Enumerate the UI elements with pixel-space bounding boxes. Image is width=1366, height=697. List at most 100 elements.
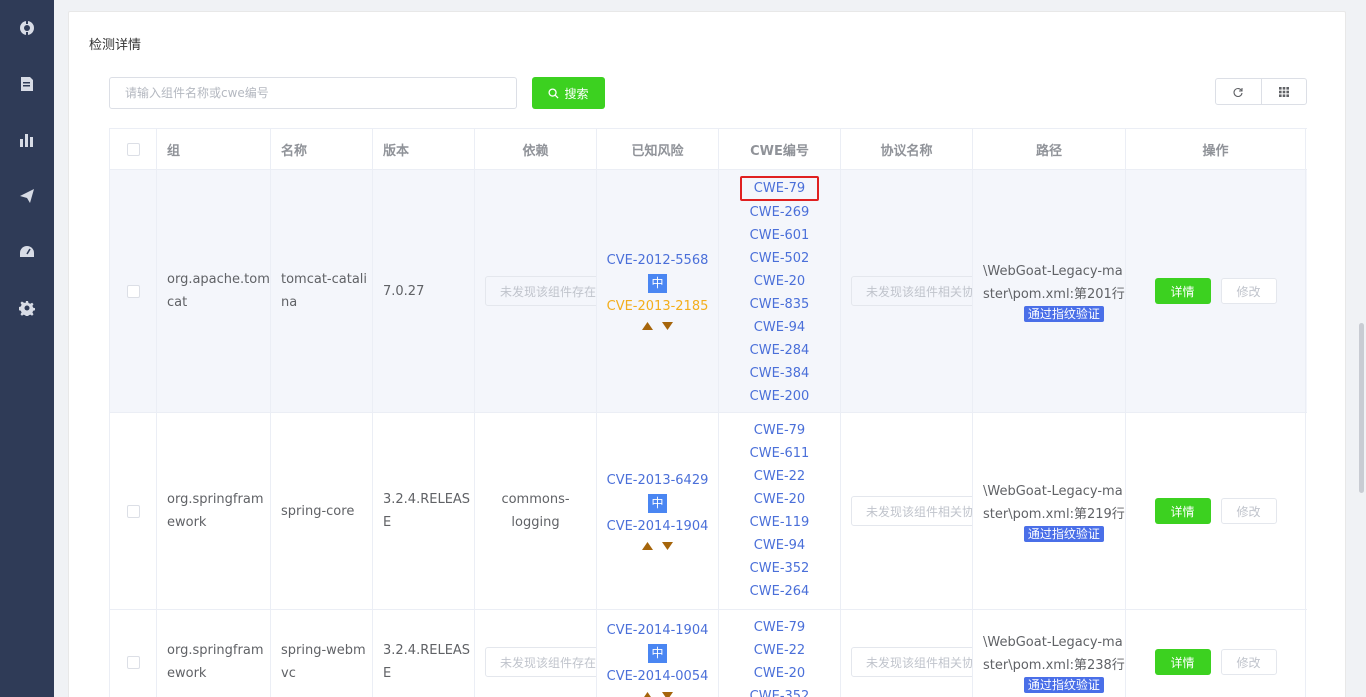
section-title: 检测详情 <box>89 38 142 53</box>
triangle-down-icon[interactable] <box>661 692 673 697</box>
cwe-link[interactable]: CWE-79 <box>741 419 818 442</box>
risk-cell: CVE-2014-1904 中 CVE-2014-0054 <box>597 610 719 697</box>
operation-cell: 详情 修改 <box>1126 610 1306 697</box>
detail-button[interactable]: 详情 <box>1154 498 1211 524</box>
cwe-link[interactable]: CWE-611 <box>737 442 823 465</box>
column-toggle-button[interactable] <box>1260 79 1307 104</box>
group-cell: org.springframework <box>157 610 271 697</box>
cwe-link[interactable]: CWE-835 <box>737 293 823 316</box>
edit-button[interactable]: 修改 <box>1220 649 1277 675</box>
column-header[interactable]: 组 <box>157 129 271 169</box>
dependency-cell: 未发现该组件存在 <box>475 170 597 412</box>
document-icon[interactable] <box>17 74 37 94</box>
triangle-up-icon[interactable] <box>642 692 653 697</box>
row-checkbox[interactable] <box>126 504 140 518</box>
page-scrollbar[interactable] <box>1359 323 1364 493</box>
settings-icon[interactable] <box>17 298 37 318</box>
select-all-checkbox[interactable] <box>126 142 140 156</box>
table-row[interactable]: org.springframework spring-core 3.2.4.RE… <box>109 413 1307 610</box>
protocol-cell: 未发现该组件相关协 <box>841 170 973 412</box>
name-cell: tomcat-catalina <box>271 170 373 412</box>
dependency-input[interactable]: 未发现该组件存在 <box>485 647 596 677</box>
path-text: ster\pom.xml:第201行 <box>983 287 1125 302</box>
name-cell: spring-core <box>271 413 373 609</box>
component-name: tomcat-catalina <box>281 272 368 310</box>
group-name: org.springframework <box>167 492 264 530</box>
detail-button[interactable]: 详情 <box>1154 278 1211 304</box>
triangle-up-icon[interactable] <box>641 542 653 550</box>
cwe-link[interactable]: CWE-94 <box>741 316 818 339</box>
risk-cell: CVE-2012-5568 中 CVE-2013-2185 <box>597 170 719 412</box>
protocol-input[interactable]: 未发现该组件相关协 <box>851 496 972 526</box>
column-header[interactable]: 路径 <box>973 129 1126 169</box>
cwe-link[interactable]: CWE-94 <box>741 534 818 557</box>
component-version: 3.2.4.RELEASE <box>383 492 471 530</box>
cwe-link[interactable]: CWE-22 <box>741 465 818 488</box>
protocol-input[interactable]: 未发现该组件相关协 <box>851 276 972 306</box>
refresh-button[interactable] <box>1216 79 1261 104</box>
cwe-link[interactable]: CWE-502 <box>737 247 823 270</box>
triangle-up-icon[interactable] <box>641 322 653 330</box>
bar-chart-icon[interactable] <box>17 130 37 150</box>
dependency-input[interactable]: 未发现该组件存在 <box>485 276 596 306</box>
cwe-link[interactable]: CWE-284 <box>737 339 823 362</box>
detection-details-card: 检测详情 搜索 组 名称 版本 依赖 已知风险 CWE编号 协议名称 路径 操作 <box>68 11 1346 697</box>
version-cell: 3.2.4.RELEASE <box>373 413 475 609</box>
column-header[interactable]: 协议名称 <box>841 129 973 169</box>
gauge-icon[interactable] <box>17 242 37 262</box>
cve-link[interactable]: CVE-2014-0054 <box>607 665 709 688</box>
row-checkbox[interactable] <box>126 284 140 298</box>
cwe-link[interactable]: CWE-20 <box>741 270 818 293</box>
cwe-link[interactable]: CWE-601 <box>737 224 823 247</box>
component-name: spring-core <box>281 503 355 519</box>
cwe-link[interactable]: CWE-20 <box>741 662 818 685</box>
path-text: ster\pom.xml:第219行 <box>983 507 1125 522</box>
table-row[interactable]: org.springframework spring-webmvc 3.2.4.… <box>109 610 1307 697</box>
column-header[interactable]: 版本 <box>373 129 475 169</box>
dependency-cell: 未发现该组件存在 <box>475 610 597 697</box>
version-cell: 7.0.27 <box>373 170 475 412</box>
cve-link[interactable]: CVE-2013-2185 <box>607 295 709 318</box>
cwe-link[interactable]: CWE-352 <box>737 557 823 580</box>
cve-link[interactable]: CVE-2014-1904 <box>607 619 709 642</box>
cwe-link-selected[interactable]: CWE-79 <box>739 176 820 201</box>
send-icon[interactable] <box>17 186 37 206</box>
row-checkbox[interactable] <box>126 655 140 669</box>
column-header[interactable]: 名称 <box>271 129 373 169</box>
cve-link[interactable]: CVE-2012-5568 <box>607 249 709 272</box>
search-icon <box>548 87 560 99</box>
dashboard-icon[interactable] <box>17 18 37 38</box>
protocol-input[interactable]: 未发现该组件相关协 <box>851 647 972 677</box>
risk-cell: CVE-2013-6429 中 CVE-2014-1904 <box>597 413 719 609</box>
column-header[interactable]: CWE编号 <box>719 129 841 169</box>
cwe-link[interactable]: CWE-352 <box>737 685 823 697</box>
path-cell: \WebGoat-Legacy-ma ster\pom.xml:第201行 通过… <box>973 170 1126 412</box>
cwe-link[interactable]: CWE-119 <box>737 511 823 534</box>
cwe-cell: CWE-79 CWE-22 CWE-20 CWE-352 <box>719 610 841 697</box>
cwe-link[interactable]: CWE-22 <box>741 639 818 662</box>
triangle-down-icon[interactable] <box>661 322 673 330</box>
edit-button[interactable]: 修改 <box>1220 498 1277 524</box>
component-name: spring-webmvc <box>281 643 366 681</box>
cwe-link[interactable]: CWE-79 <box>741 616 818 639</box>
cwe-link[interactable]: CWE-264 <box>737 580 823 603</box>
cwe-link[interactable]: CWE-200 <box>737 385 823 408</box>
path-text: \WebGoat-Legacy-ma <box>983 484 1123 499</box>
dependency-name: commons-logging <box>501 492 570 530</box>
path-text: ster\pom.xml:第238行 <box>983 658 1125 673</box>
cwe-link[interactable]: CWE-20 <box>741 488 818 511</box>
search-button[interactable]: 搜索 <box>532 77 605 109</box>
cve-link[interactable]: CVE-2014-1904 <box>607 515 709 538</box>
cwe-link[interactable]: CWE-269 <box>737 201 823 224</box>
search-button-label: 搜索 <box>564 86 589 101</box>
table-row[interactable]: org.apache.tomcat tomcat-catalina 7.0.27… <box>109 170 1307 413</box>
detail-button[interactable]: 详情 <box>1154 649 1211 675</box>
fingerprint-badge: 通过指纹验证 <box>1023 526 1104 542</box>
column-header[interactable]: 依赖 <box>475 129 597 169</box>
search-input[interactable] <box>109 77 517 109</box>
triangle-down-icon[interactable] <box>661 542 673 550</box>
cwe-link[interactable]: CWE-384 <box>737 362 823 385</box>
edit-button[interactable]: 修改 <box>1220 278 1277 304</box>
column-header[interactable]: 已知风险 <box>597 129 719 169</box>
cve-link[interactable]: CVE-2013-6429 <box>607 469 709 492</box>
